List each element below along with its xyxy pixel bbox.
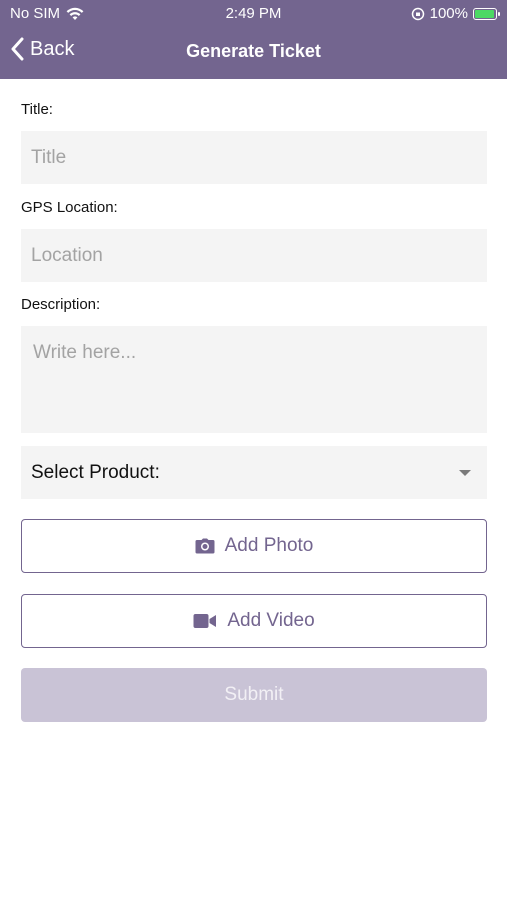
- title-label: Title:: [21, 101, 53, 118]
- nav-bar: Back Generate Ticket: [0, 30, 507, 74]
- battery-percent: 100%: [429, 5, 468, 22]
- status-right: 100%: [411, 5, 500, 22]
- add-photo-label: Add Photo: [224, 535, 314, 556]
- status-bar: No SIM 2:49 PM 100%: [0, 0, 507, 28]
- gps-location-label: GPS Location:: [21, 199, 118, 216]
- add-photo-button[interactable]: Add Photo: [21, 519, 487, 573]
- description-textarea[interactable]: [21, 326, 487, 433]
- camera-icon: [195, 538, 215, 554]
- add-video-label: Add Video: [227, 610, 315, 631]
- video-camera-icon: [193, 614, 217, 628]
- title-input[interactable]: [21, 131, 487, 184]
- orientation-lock-icon: [411, 7, 424, 20]
- product-select[interactable]: Select Product:: [21, 446, 487, 499]
- caret-down-icon: [459, 470, 471, 476]
- gps-location-input[interactable]: [21, 229, 487, 282]
- page-title: Generate Ticket: [186, 41, 321, 61]
- add-video-button[interactable]: Add Video: [21, 594, 487, 648]
- submit-button[interactable]: Submit: [21, 668, 487, 722]
- battery-charging-icon: [473, 7, 500, 20]
- description-label: Description:: [21, 296, 101, 313]
- product-select-label: Select Product:: [31, 461, 160, 483]
- app-header: No SIM 2:49 PM 100% Back Generate Ticket: [0, 0, 507, 79]
